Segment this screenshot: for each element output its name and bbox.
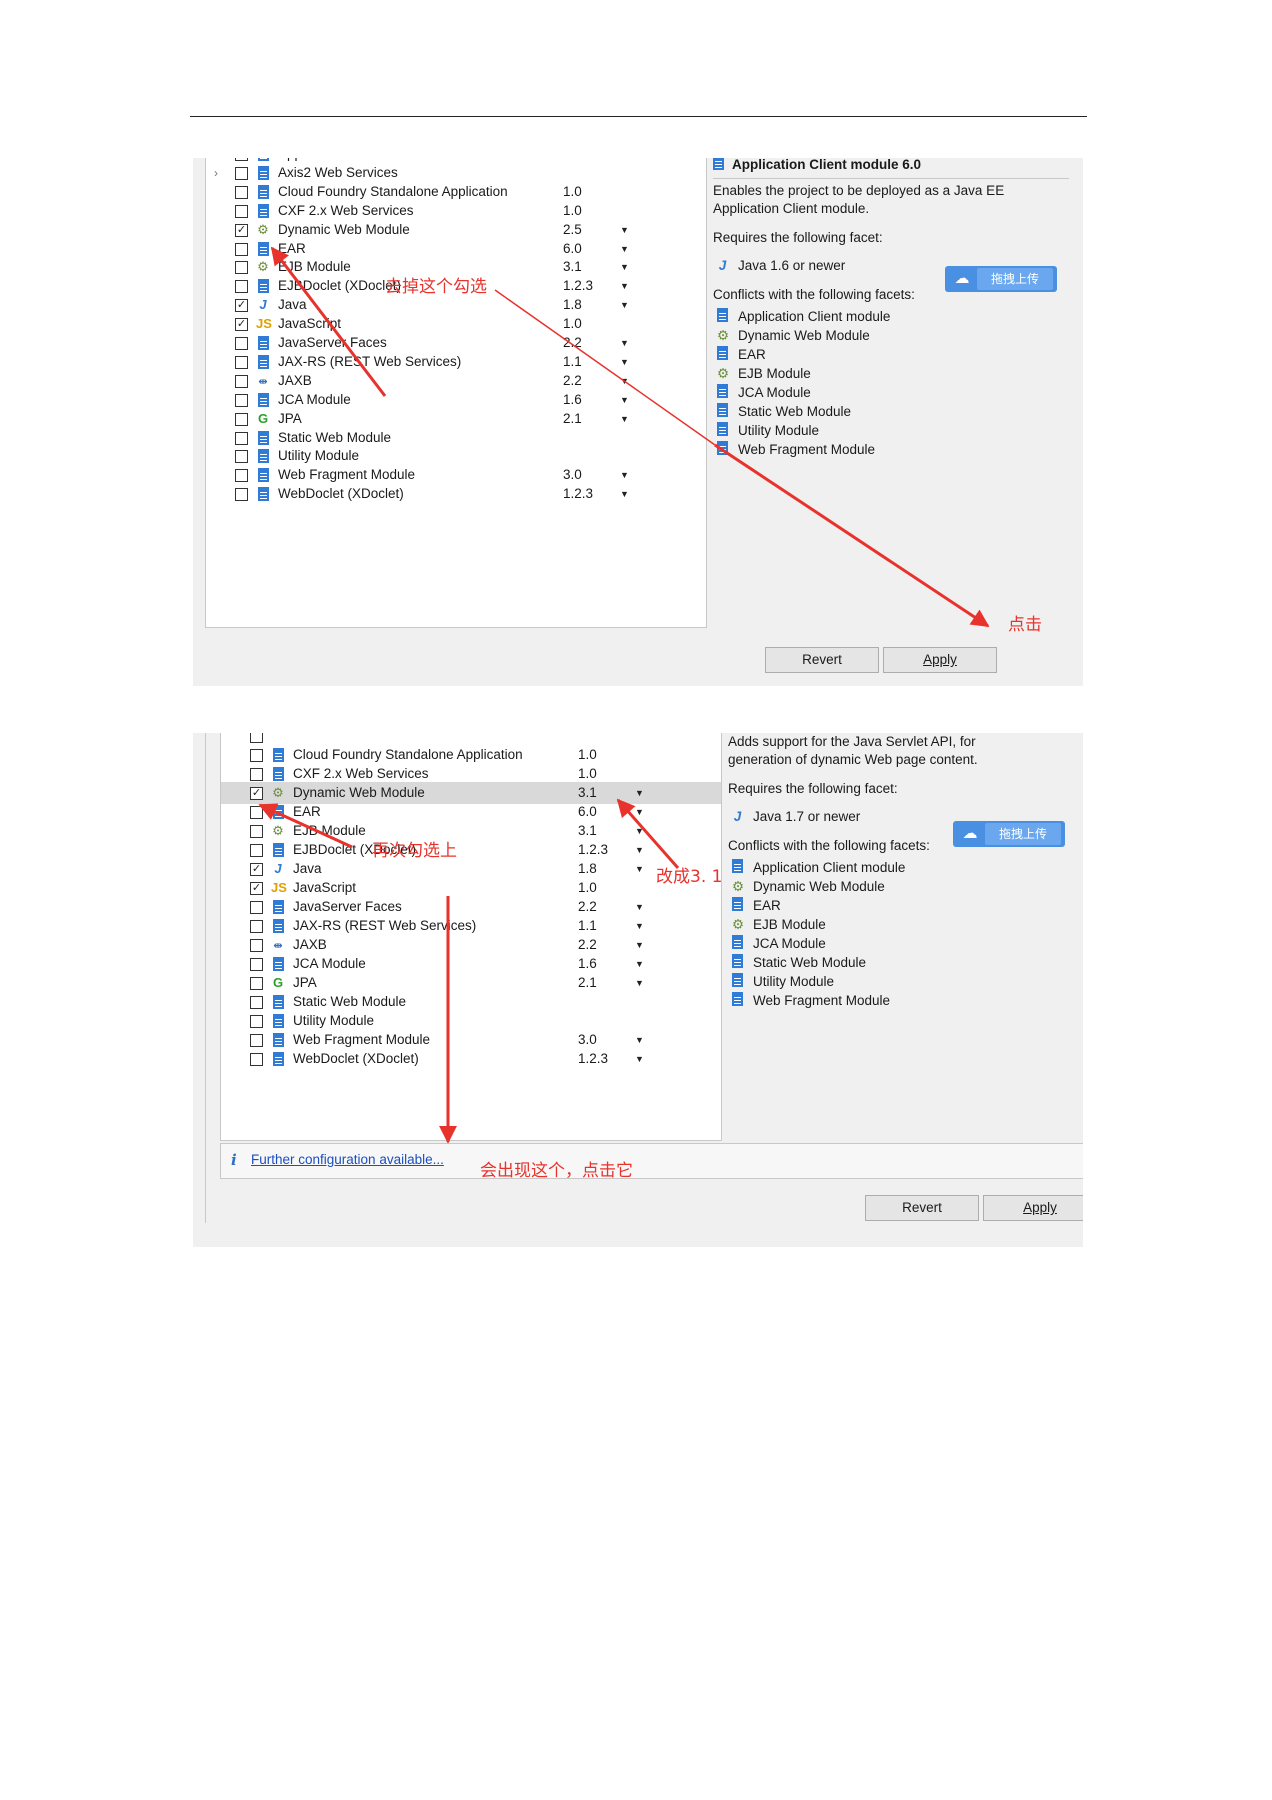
arrow-recheck (258, 803, 353, 849)
arrow-uncheck-connector (494, 289, 716, 446)
annotation-change: 改成3. 1 (656, 867, 723, 887)
annotation-arrows (258, 246, 990, 1144)
annotation-click: 点击 (1008, 615, 1042, 635)
arrow-uncheck (270, 246, 387, 397)
arrow-apply (714, 443, 990, 628)
annotation-uncheck: 去掉这个勾选 (385, 277, 487, 297)
arrow-version (616, 798, 680, 869)
annotation-recheck: 再次勾选上 (372, 841, 457, 861)
annotation-appears: 会出现这个，点击它 (480, 1161, 633, 1181)
